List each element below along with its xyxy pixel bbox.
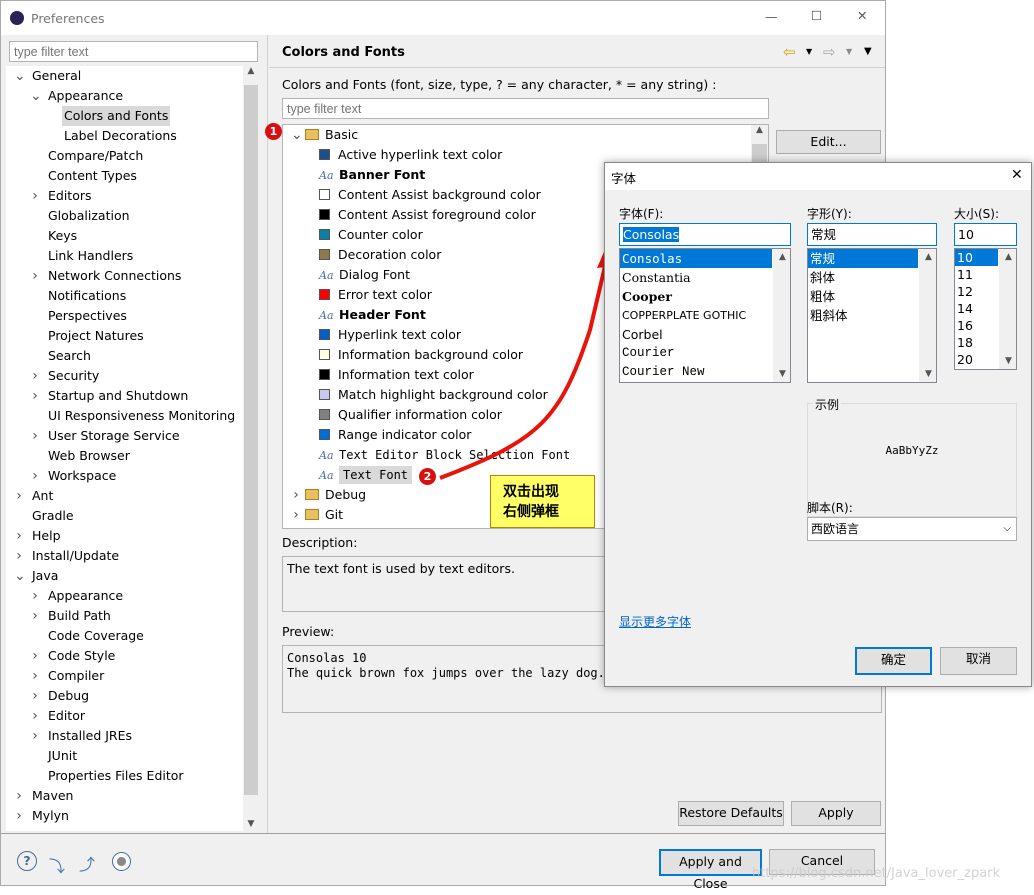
list-option[interactable]: 11 (955, 266, 998, 283)
script-select[interactable]: 西欧语言 ⌵ (807, 517, 1017, 541)
callout-box: 双击出现 右侧弹框 (490, 475, 595, 528)
style-input[interactable]: 常规 (807, 223, 937, 246)
callout-line-1: 双击出现 (503, 484, 559, 500)
list-option[interactable]: 常规 (808, 249, 918, 268)
font-dialog-title: 字体 (611, 171, 637, 186)
list-option[interactable]: 10 (955, 249, 998, 266)
font-dialog-titlebar: 字体 ✕ (605, 163, 1031, 190)
size-label: 大小(S): (954, 207, 1000, 221)
list-option[interactable]: 14 (955, 300, 998, 317)
callout-line-2: 右侧弹框 (503, 504, 559, 520)
font-dialog: 字体 ✕ 字体(F): Consolas Consolas Constantia C… (604, 162, 1032, 687)
list-option[interactable]: Courier New (620, 363, 772, 382)
list-option[interactable]: Corbel (620, 325, 772, 344)
list-option[interactable]: 粗斜体 (808, 306, 918, 325)
list-option[interactable]: 粗体 (808, 287, 918, 306)
font-name-input[interactable]: Consolas (619, 223, 791, 246)
font-cancel-button[interactable]: 取消 (940, 647, 1017, 675)
list-option[interactable]: 20 (955, 351, 998, 368)
arrow-curve (439, 261, 608, 480)
sample-label: 示例 (813, 396, 842, 413)
list-option[interactable]: Constantia (620, 268, 772, 287)
list-option[interactable]: Consolas (620, 249, 772, 268)
script-label: 脚本(R): (807, 501, 853, 515)
list-option[interactable]: Cooper (620, 287, 772, 306)
list-option[interactable]: 18 (955, 334, 998, 351)
style-label: 字形(Y): (807, 207, 852, 221)
size-input[interactable]: 10 (954, 223, 1017, 246)
chevron-down-icon: ⌵ (1003, 523, 1011, 534)
list-scrollbar[interactable]: ▲ ▼ (773, 249, 790, 382)
font-list[interactable]: Consolas Constantia Cooper COPPERPLATE GOTH… (619, 248, 791, 383)
font-dialog-close-button[interactable]: ✕ (1011, 167, 1023, 183)
style-list[interactable]: 常规 斜体 粗体 粗斜体 ▲ ▼ (807, 248, 937, 383)
list-scrollbar[interactable]: ▲ ▼ (919, 249, 936, 382)
marker-2: 2 (419, 468, 436, 485)
ok-button[interactable]: 确定 (855, 647, 932, 675)
sample-text: AaBbYyZz (885, 444, 939, 457)
more-fonts-link[interactable]: 显示更多字体 (619, 613, 691, 630)
font-label: 字体(F): (619, 207, 664, 221)
size-list[interactable]: 10 11 12 14 16 18 20 ▲ ▼ (954, 248, 1017, 370)
list-option[interactable]: Courier (620, 344, 772, 363)
marker-1: 1 (265, 123, 282, 140)
list-scrollbar[interactable]: ▲ ▼ (999, 249, 1016, 369)
list-option[interactable]: 斜体 (808, 268, 918, 287)
list-option[interactable]: COPPERPLATE GOTHIC (620, 306, 772, 325)
list-option[interactable]: 16 (955, 317, 998, 334)
list-option[interactable]: 12 (955, 283, 998, 300)
watermark: https://blog.csdn.net/Java_lover_zpark (752, 866, 1001, 881)
